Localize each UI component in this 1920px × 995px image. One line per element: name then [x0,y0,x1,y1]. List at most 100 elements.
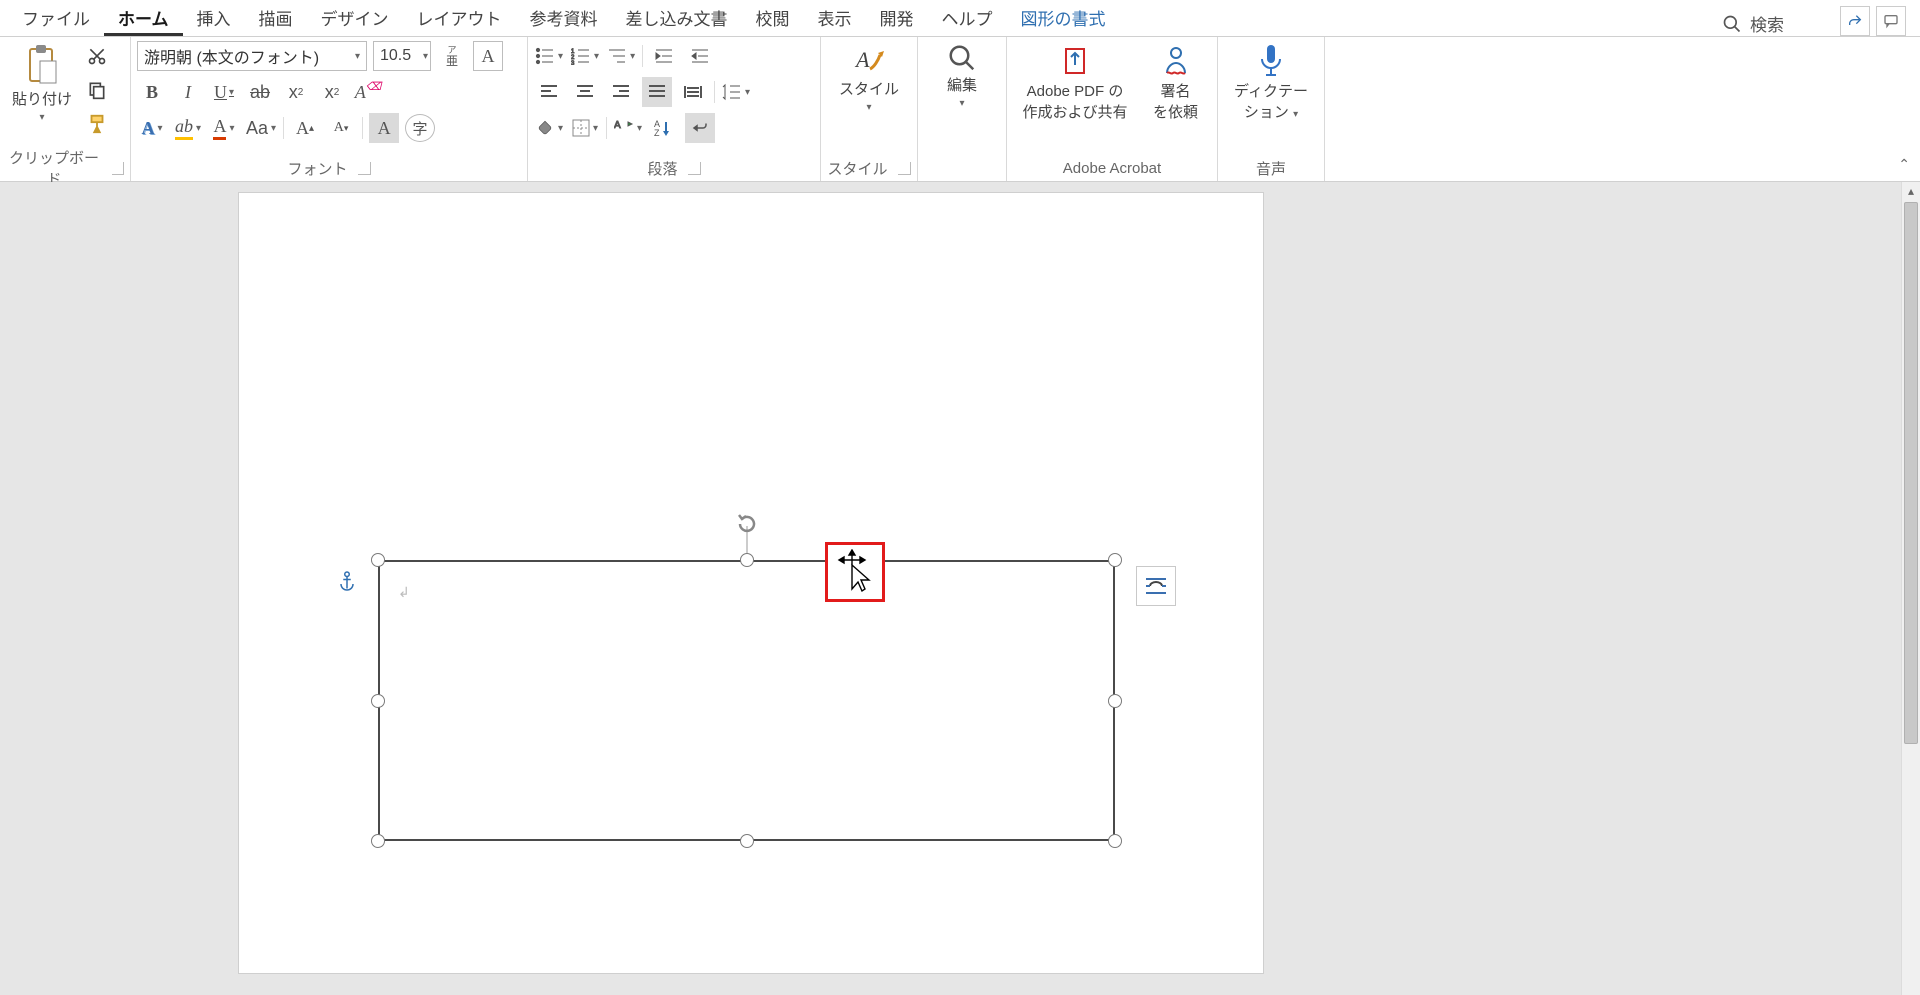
tab-home[interactable]: ホーム [104,0,183,36]
sort-button[interactable]: AZ [649,113,679,143]
vertical-scrollbar[interactable]: ▴ [1901,182,1920,995]
font-size-value: 10.5 [380,47,411,65]
rotation-handle[interactable] [735,512,759,536]
tab-file[interactable]: ファイル [8,0,104,36]
phonetic-guide-button[interactable]: ア亜 [437,41,467,71]
align-center-button[interactable] [570,77,600,107]
font-color-button[interactable]: A▾ [209,113,239,143]
multilevel-list-button[interactable]: ▾ [606,41,636,71]
chevron-down-icon: ▾ [39,112,44,123]
group-styles: A スタイル ▾ スタイル [821,37,918,181]
numbering-button[interactable]: 123▾ [570,41,600,71]
tab-references[interactable]: 参考資料 [516,0,612,36]
superscript-button[interactable]: x2 [317,77,347,107]
paragraph-launcher[interactable] [688,162,701,175]
paste-button[interactable]: 貼り付け ▾ [6,41,78,125]
resize-handle-top[interactable] [740,553,754,567]
show-marks-button[interactable] [685,113,715,143]
subscript-button[interactable]: x2 [281,77,311,107]
bold-button[interactable]: B [137,77,167,107]
text-box-shape[interactable]: ↲ [378,560,1115,841]
chevron-down-icon: ▾ [959,98,964,109]
grow-font-button[interactable]: A▴ [290,113,320,143]
tab-design[interactable]: デザイン [307,0,403,36]
pdf-share-icon [1058,43,1092,79]
tab-help[interactable]: ヘルプ [928,0,1007,36]
styles-launcher[interactable] [898,162,911,175]
resize-handle-left[interactable] [371,694,385,708]
share-button[interactable] [1840,6,1870,36]
tab-mailings[interactable]: 差し込み文書 [612,0,742,36]
character-shading-button[interactable]: A [369,113,399,143]
selected-shape[interactable]: ↲ [378,560,1115,841]
font-launcher[interactable] [358,162,371,175]
increase-indent-button[interactable] [685,41,715,71]
align-right-button[interactable] [606,77,636,107]
resize-handle-bottom[interactable] [740,834,754,848]
tab-layout[interactable]: レイアウト [403,0,516,36]
tab-shape-format[interactable]: 図形の書式 [1007,0,1120,36]
font-name-value: 游明朝 (本文のフォント) [144,44,319,68]
comments-button[interactable] [1876,6,1906,36]
tab-review[interactable]: 校閲 [742,0,804,36]
layout-options-icon [1143,573,1169,599]
bullets-button[interactable]: ▾ [534,41,564,71]
enclose-characters-button[interactable]: 字 [405,114,435,142]
clipboard-launcher[interactable] [112,162,124,175]
strikethrough-button[interactable]: ab [245,77,275,107]
font-size-combo[interactable]: 10.5▾ [373,41,431,71]
request-signature-button[interactable]: 署名 を依頼 [1144,41,1208,124]
align-left-button[interactable] [534,77,564,107]
distributed-button[interactable] [678,77,708,107]
scroll-thumb[interactable] [1904,202,1918,744]
layout-options-button[interactable] [1136,566,1176,606]
paragraph-mark-icon: ↲ [398,584,410,601]
resize-handle-top-right[interactable] [1108,553,1122,567]
move-cursor-icon [834,549,876,595]
group-clipboard: 貼り付け ▾ クリップボード [0,37,131,181]
styles-label: スタイル [839,81,899,98]
resize-handle-bottom-right[interactable] [1108,834,1122,848]
resize-handle-top-left[interactable] [371,553,385,567]
group-editing: 編集 ▾ [918,37,1007,181]
svg-text:A: A [854,47,870,72]
text-effects-button[interactable]: A▾ [137,113,167,143]
scroll-up-button[interactable]: ▴ [1902,182,1920,200]
cut-button[interactable] [82,41,112,71]
collapse-ribbon-button[interactable]: ⌃ [1898,156,1910,173]
tell-me-search[interactable]: 検索 [1706,11,1800,36]
shrink-font-button[interactable]: A▾ [326,113,356,143]
clear-formatting-button[interactable]: A⌫ [353,77,383,107]
italic-button[interactable]: I [173,77,203,107]
tab-developer[interactable]: 開発 [866,0,928,36]
create-pdf-label-1: Adobe PDF の [1027,83,1124,100]
shading-button[interactable]: ▾ [534,113,564,143]
decrease-indent-button[interactable] [649,41,679,71]
tab-insert[interactable]: 挿入 [183,0,245,36]
format-painter-button[interactable] [82,109,112,139]
group-paragraph: ▾ 123▾ ▾ ▾ ▾ ▾ [528,37,821,181]
asian-layout-button[interactable]: A▾ [613,113,643,143]
character-border-button[interactable]: A [473,41,503,71]
borders-button[interactable]: ▾ [570,113,600,143]
svg-text:3: 3 [571,61,575,65]
copy-button[interactable] [82,75,112,105]
line-spacing-button[interactable]: ▾ [721,77,751,107]
underline-button[interactable]: U ▾ [209,77,239,107]
tab-view[interactable]: 表示 [804,0,866,36]
resize-handle-right[interactable] [1108,694,1122,708]
dictate-button[interactable]: ディクテー ション ▾ [1228,41,1314,124]
resize-handle-bottom-left[interactable] [371,834,385,848]
editing-button[interactable]: 編集 ▾ [930,41,994,111]
styles-button[interactable]: A スタイル ▾ [833,41,905,115]
signature-label-2: を依頼 [1153,104,1198,121]
align-justify-button[interactable] [642,77,672,107]
microphone-icon [1257,43,1285,79]
tab-draw[interactable]: 描画 [245,0,307,36]
change-case-button[interactable]: Aa▾ [245,113,277,143]
create-pdf-button[interactable]: Adobe PDF の 作成および共有 [1016,41,1133,124]
font-name-combo[interactable]: 游明朝 (本文のフォント)▾ [137,41,367,71]
group-acrobat: Adobe PDF の 作成および共有 署名 を依頼 Adobe Acrobat [1007,37,1218,181]
highlight-button[interactable]: ab▾ [173,113,203,143]
search-icon [1722,14,1742,34]
